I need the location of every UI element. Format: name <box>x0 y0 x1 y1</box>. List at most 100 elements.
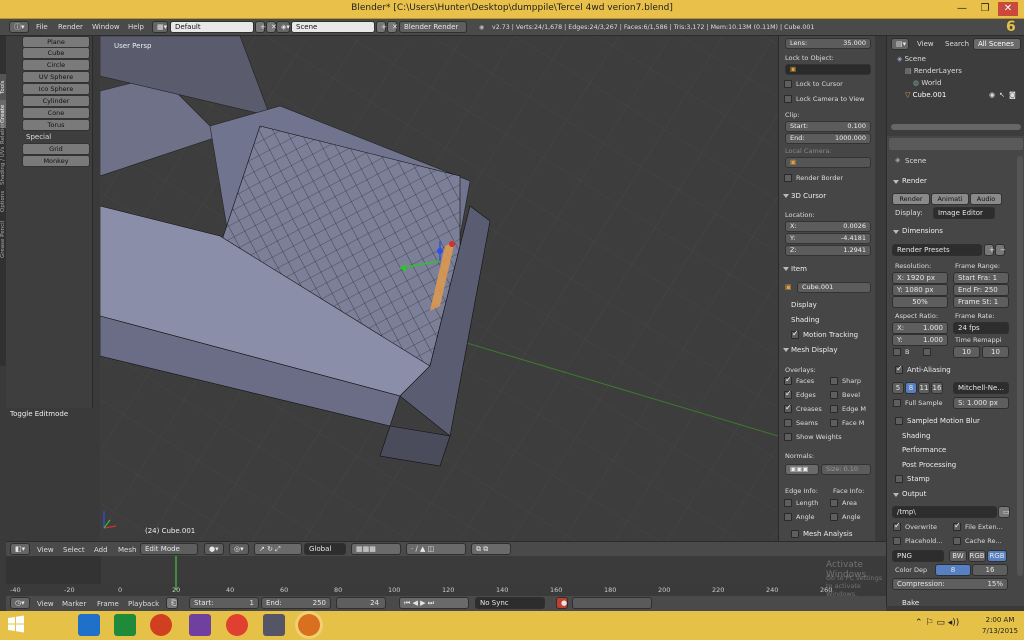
sampled-motion-blur-panel-header[interactable]: Sampled Motion Blur <box>907 417 980 425</box>
menu-help[interactable]: Help <box>128 23 144 31</box>
full-sample-checkbox[interactable] <box>893 399 901 407</box>
interaction-mode-select[interactable]: Edit Mode <box>140 543 198 555</box>
lock-to-cursor-checkbox[interactable] <box>784 80 792 88</box>
scene-select[interactable]: Scene <box>291 21 375 33</box>
add-ico-sphere-button[interactable]: Ico Sphere <box>22 83 90 95</box>
render-audio-button[interactable]: Audio <box>970 193 1002 205</box>
time-remap-new-field[interactable]: 10 <box>982 346 1009 358</box>
motion-tracking-checkbox[interactable] <box>791 329 799 339</box>
manipulator-buttons[interactable]: ↗ ↻ ⤢ <box>254 543 302 555</box>
vp-menu-select[interactable]: Select <box>63 546 85 554</box>
screen-layout-select[interactable]: Default <box>170 21 254 33</box>
resolution-percent-field[interactable]: 50% <box>892 296 948 308</box>
output-panel-header[interactable]: Output <box>902 490 926 498</box>
color-depth-16[interactable]: 16 <box>972 564 1008 576</box>
clock-time[interactable]: 2:00 AM <box>980 616 1020 624</box>
tl-menu-marker[interactable]: Marker <box>62 600 86 608</box>
transform-orientation-select[interactable]: Global <box>304 543 346 555</box>
collapse-arrow-icon[interactable] <box>893 180 899 184</box>
outliner-editor-type[interactable]: ▤▾ <box>891 38 909 50</box>
color-rgb-button[interactable]: RGB <box>968 550 986 562</box>
crop-checkbox[interactable] <box>923 348 931 356</box>
item-panel-header[interactable]: Item <box>791 265 807 273</box>
motion-tracking-panel-header[interactable]: Motion Tracking <box>803 331 858 339</box>
lock-camera-checkbox[interactable] <box>784 95 792 103</box>
mesh-analysis-panel-header[interactable]: Mesh Analysis <box>803 530 853 538</box>
collapse-arrow-icon[interactable] <box>893 230 899 234</box>
mesh-display-panel-header[interactable]: Mesh Display <box>791 346 837 354</box>
dimensions-panel-header[interactable]: Dimensions <box>902 227 943 235</box>
placeholders-checkbox[interactable] <box>893 537 901 545</box>
start-frame-field[interactable]: Start Fra: 1 <box>953 272 1009 284</box>
item-name-field[interactable]: Cube.001 <box>797 282 871 293</box>
render-presets-select[interactable]: Render Presets <box>892 244 982 256</box>
aa-samples-11[interactable]: 11 <box>918 382 930 394</box>
shading-panel-header[interactable]: Shading <box>791 316 819 324</box>
scene-icon[interactable]: ◈▾ <box>276 21 290 33</box>
add-cylinder-button[interactable]: Cylinder <box>22 95 90 107</box>
outliner-menu-search[interactable]: Search <box>945 40 969 48</box>
vp-menu-view[interactable]: View <box>37 546 54 554</box>
area-checkbox[interactable] <box>830 499 838 507</box>
editor-type-icon[interactable]: ⓘ▾ <box>9 21 29 33</box>
sampled-motion-blur-checkbox[interactable] <box>895 417 903 425</box>
delete-scene-button[interactable]: ✕ <box>387 21 398 33</box>
anti-aliasing-panel-header[interactable]: Anti-Aliasing <box>907 366 951 374</box>
outliner-item-cube[interactable]: ▽ Cube.001 <box>905 91 946 99</box>
creases-checkbox[interactable] <box>784 403 792 413</box>
edge-angle-checkbox[interactable] <box>784 513 792 521</box>
start-windows-icon[interactable] <box>6 614 28 636</box>
collapse-arrow-icon[interactable] <box>893 493 899 497</box>
output-path-field[interactable]: /tmp\ <box>892 506 997 518</box>
add-cube-button[interactable]: Cube <box>22 47 90 59</box>
sync-mode-select[interactable]: No Sync <box>475 597 545 609</box>
clock-date[interactable]: 7/13/2015 <box>980 627 1020 635</box>
aspect-x-field[interactable]: X: 1.000 <box>892 322 948 334</box>
internet-explorer-icon[interactable] <box>78 614 100 636</box>
collapse-arrow-icon[interactable] <box>783 194 789 198</box>
outliner-menu-view[interactable]: View <box>917 40 934 48</box>
tl-menu-playback[interactable]: Playback <box>128 600 159 608</box>
menu-window[interactable]: Window <box>92 23 120 31</box>
timeline-editor-type[interactable]: ◷▾ <box>10 597 30 609</box>
shading-panel-header[interactable]: Shading <box>902 432 930 440</box>
3d-viewport[interactable]: User Persp (24) Cube.001 <box>100 36 778 541</box>
blender-taskbar-icon[interactable] <box>298 614 320 636</box>
settings-app-icon[interactable] <box>189 614 211 636</box>
local-camera-field[interactable]: ▣ <box>785 157 871 168</box>
outliner-scrollbar[interactable] <box>891 124 1021 130</box>
aa-filter-select[interactable]: Mitchell-Ne... <box>953 382 1009 394</box>
overwrite-checkbox[interactable] <box>893 521 901 531</box>
face-angle-checkbox[interactable] <box>830 513 838 521</box>
timeline[interactable]: -40 -20 0 20 40 60 80 100 120 140 160 180 200 220 240 2… <box>6 556 886 598</box>
clip-start-field[interactable]: Start: 0.100 <box>785 121 871 132</box>
cursor-x-field[interactable]: X: 0.0026 <box>785 221 871 232</box>
current-frame-field[interactable]: 24 <box>336 597 386 609</box>
edges-checkbox[interactable] <box>784 389 792 399</box>
vp-menu-mesh[interactable]: Mesh <box>118 546 136 554</box>
normal-size-field[interactable]: Size: 0.10 <box>821 464 871 475</box>
keying-set-field[interactable] <box>572 597 652 609</box>
time-remap-old-field[interactable]: 10 <box>953 346 980 358</box>
resolution-x-field[interactable]: X: 1920 px <box>892 272 948 284</box>
show-weights-checkbox[interactable] <box>784 433 792 441</box>
layer-buttons[interactable]: ▦▦▦ <box>351 543 401 555</box>
viewport-editor-type[interactable]: ◧▾ <box>10 543 30 555</box>
playback-controls[interactable]: ⏮ ◀ ▶ ⏭ <box>399 597 469 609</box>
seams-checkbox[interactable] <box>784 419 792 427</box>
store-icon[interactable] <box>114 614 136 636</box>
compression-field[interactable]: Compression: 15% <box>892 578 1008 590</box>
stamp-checkbox[interactable] <box>895 475 903 483</box>
outliner-item-world[interactable]: ◍ World <box>913 79 941 87</box>
stamp-panel-header[interactable]: Stamp <box>907 475 930 483</box>
clip-end-field[interactable]: End: 1000.000 <box>785 133 871 144</box>
visibility-eye-icon[interactable]: ◉ <box>989 91 995 99</box>
selectable-arrow-icon[interactable]: ↖ <box>999 91 1005 99</box>
faces-checkbox[interactable] <box>784 375 792 385</box>
close-button[interactable]: ✕ <box>998 2 1018 16</box>
chrome-icon[interactable] <box>226 614 248 636</box>
add-cone-button[interactable]: Cone <box>22 107 90 119</box>
aa-samples-16[interactable]: 16 <box>931 382 943 394</box>
cursor-z-field[interactable]: Z: 1.2941 <box>785 245 871 256</box>
frame-rate-select[interactable]: 24 fps <box>953 322 1009 334</box>
